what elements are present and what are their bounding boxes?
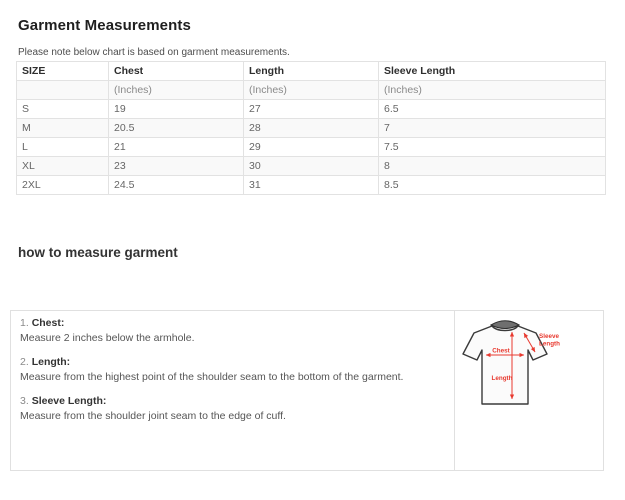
chest-cell: 21 xyxy=(109,138,244,157)
units-cell: (Inches) xyxy=(379,81,606,100)
chest-cell: 20.5 xyxy=(109,119,244,138)
step-description: Measure from the highest point of the sh… xyxy=(20,371,444,383)
size-cell: S xyxy=(17,100,109,119)
size-table-body: (Inches) (Inches) (Inches) S 19 27 6.5 M… xyxy=(17,81,606,195)
sleeve-cell: 6.5 xyxy=(379,100,606,119)
step-description: Measure from the shoulder joint seam to … xyxy=(20,410,444,422)
units-row: (Inches) (Inches) (Inches) xyxy=(17,81,606,100)
measure-step: 3. Sleeve Length: Measure from the shoul… xyxy=(20,395,444,422)
sleeve-cell: 8 xyxy=(379,157,606,176)
tshirt-outline xyxy=(463,326,547,404)
sleeve-cell: 7.5 xyxy=(379,138,606,157)
length-cell: 28 xyxy=(244,119,379,138)
tshirt-diagram-icon: Chest Length Sleeve Length xyxy=(455,313,604,471)
measure-step: 1. Chest: Measure 2 inches below the arm… xyxy=(20,317,444,344)
length-cell: 30 xyxy=(244,157,379,176)
step-label: Chest: xyxy=(32,317,65,329)
steps: 1. Chest: Measure 2 inches below the arm… xyxy=(11,311,454,470)
sleeve-cell: 7 xyxy=(379,119,606,138)
table-row: 2XL 24.5 31 8.5 xyxy=(17,176,606,195)
size-cell: 2XL xyxy=(17,176,109,195)
how-to-heading: how to measure garment xyxy=(18,245,178,260)
how-to-box: 1. Chest: Measure 2 inches below the arm… xyxy=(10,310,604,471)
chest-cell: 19 xyxy=(109,100,244,119)
table-row: L 21 29 7.5 xyxy=(17,138,606,157)
col-header-chest: Chest xyxy=(109,62,244,81)
sleeve-cell: 8.5 xyxy=(379,176,606,195)
page-title: Garment Measurements xyxy=(18,17,191,34)
step-label: Length: xyxy=(32,356,71,368)
size-chart-table: SIZE Chest Length Sleeve Length (Inches)… xyxy=(16,61,606,195)
table-header-row: SIZE Chest Length Sleeve Length xyxy=(17,62,606,81)
diagram-sleeve-label-line1: Sleeve xyxy=(539,333,559,340)
step-label: Sleeve Length: xyxy=(32,395,107,407)
size-cell: XL xyxy=(17,157,109,176)
col-header-sleeve: Sleeve Length xyxy=(379,62,606,81)
tshirt-collar xyxy=(491,321,519,329)
diagram-panel: Chest Length Sleeve Length xyxy=(454,311,603,470)
step-description: Measure 2 inches below the armhole. xyxy=(20,332,444,344)
units-cell xyxy=(17,81,109,100)
size-cell: M xyxy=(17,119,109,138)
diagram-sleeve-label-line2: Length xyxy=(539,341,560,348)
length-cell: 31 xyxy=(244,176,379,195)
units-cell: (Inches) xyxy=(109,81,244,100)
step-number: 2. xyxy=(20,356,29,368)
col-header-length: Length xyxy=(244,62,379,81)
table-row: S 19 27 6.5 xyxy=(17,100,606,119)
units-cell: (Inches) xyxy=(244,81,379,100)
step-number: 3. xyxy=(20,395,29,407)
table-row: XL 23 30 8 xyxy=(17,157,606,176)
measurement-note: Please note below chart is based on garm… xyxy=(18,47,290,58)
measure-step: 2. Length: Measure from the highest poin… xyxy=(20,356,444,383)
length-cell: 29 xyxy=(244,138,379,157)
size-cell: L xyxy=(17,138,109,157)
diagram-chest-label: Chest xyxy=(492,348,510,355)
length-cell: 27 xyxy=(244,100,379,119)
diagram-length-label: Length xyxy=(492,375,513,382)
page: Garment Measurements Please note below c… xyxy=(0,0,625,500)
chest-cell: 24.5 xyxy=(109,176,244,195)
table-row: M 20.5 28 7 xyxy=(17,119,606,138)
step-number: 1. xyxy=(20,317,29,329)
col-header-size: SIZE xyxy=(17,62,109,81)
chest-cell: 23 xyxy=(109,157,244,176)
